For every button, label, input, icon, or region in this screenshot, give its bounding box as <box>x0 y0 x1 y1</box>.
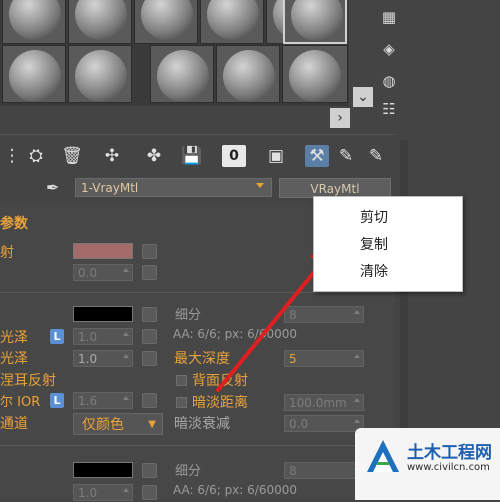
sample-uv-tiling-icon[interactable]: ☷ <box>378 98 400 120</box>
watermark: 土木工程网 www.civilcn.com <box>355 428 500 500</box>
material-sphere <box>75 0 127 40</box>
put-to-scene-icon[interactable]: ⋮ <box>0 145 24 167</box>
hilight-gloss-label: 光泽 <box>0 330 28 346</box>
diffuse-color-swatch[interactable] <box>73 243 133 259</box>
material-sphere <box>289 50 341 102</box>
material-slot[interactable] <box>68 0 132 44</box>
hilight-gloss-map-button[interactable] <box>142 329 157 344</box>
chevron-down-icon: ▼ <box>148 419 156 430</box>
material-slot[interactable] <box>2 0 66 44</box>
go-parent-icon[interactable]: ✎ <box>334 145 358 167</box>
lock-L-button[interactable]: L <box>50 329 64 344</box>
refl-gloss-label: 光泽 <box>0 351 28 367</box>
background-icon[interactable]: ◍ <box>378 70 400 92</box>
backlight-icon[interactable]: ◈ <box>378 38 400 60</box>
dim-falloff-label: 暗淡衰减 <box>174 416 230 432</box>
roughness-spinner[interactable]: 0.0 <box>73 264 133 281</box>
back-side-checkbox[interactable] <box>176 375 187 386</box>
material-slot[interactable] <box>68 45 132 103</box>
show-map-icon[interactable]: ▣ <box>264 145 288 167</box>
material-sphere <box>75 50 127 102</box>
chevron-down-icon[interactable] <box>256 183 264 188</box>
material-slots-grid <box>0 0 349 106</box>
channel-dropdown[interactable]: 仅颜色 ▼ <box>73 413 163 435</box>
refl-gloss-spinner[interactable]: 1.0 <box>73 350 133 367</box>
context-menu: 剪切 复制 清除 <box>313 196 463 292</box>
material-sphere <box>207 0 259 40</box>
subdivs-label: 细分 <box>175 308 202 323</box>
refract-subdivs-spinner[interactable]: 8 <box>284 462 364 479</box>
material-sphere <box>141 0 193 40</box>
show-end-result-icon[interactable]: ⚒ <box>305 145 329 167</box>
material-slot[interactable] <box>150 45 214 103</box>
refract-gloss-spinner[interactable]: 1.0 <box>73 484 133 501</box>
material-slot[interactable] <box>200 0 264 44</box>
refl-gloss-map-button[interactable] <box>142 351 157 366</box>
roughness-map-button[interactable] <box>142 265 157 280</box>
menu-item-copy[interactable]: 复制 <box>360 234 388 254</box>
refract-map-button[interactable] <box>142 463 157 478</box>
refract-color-swatch[interactable] <box>73 462 133 478</box>
fresnel-label: 涅耳反射 <box>0 373 56 389</box>
section-title: 参数 <box>0 216 28 232</box>
diffuse-map-button[interactable] <box>142 244 157 259</box>
fresnel-ior-spinner[interactable]: 1.6 <box>73 392 133 409</box>
sample-type-icon[interactable]: ▦ <box>378 6 400 28</box>
material-slot[interactable] <box>282 45 348 103</box>
material-slot[interactable] <box>134 0 198 44</box>
assign-to-selection-icon[interactable]: ⛭ <box>24 145 48 167</box>
hilight-gloss-spinner[interactable]: 1.0 <box>73 328 133 345</box>
material-name-field[interactable]: 1-VrayMtl <box>75 178 272 197</box>
reflect-map-button[interactable] <box>142 307 157 322</box>
material-editor-toolbar: ⋮ ⛭ 🗑 ✣ ✤ 💾 0 ▣ ⚒ ✎ ✎ <box>0 134 395 177</box>
diffuse-label: 射 <box>0 245 14 261</box>
divider <box>0 445 395 446</box>
material-sphere <box>157 50 209 102</box>
reflect-color-swatch[interactable] <box>73 306 133 322</box>
scroll-down-icon[interactable]: ⌄ <box>353 87 373 107</box>
watermark-title: 土木工程网 <box>407 443 492 463</box>
make-unique-icon[interactable]: ✣ <box>100 145 124 167</box>
material-id-channel[interactable]: 0 <box>222 145 246 167</box>
material-sphere <box>223 50 275 102</box>
material-slot[interactable] <box>216 45 280 103</box>
menu-item-clear[interactable]: 清除 <box>360 261 388 281</box>
dim-distance-checkbox[interactable] <box>176 397 187 408</box>
fresnel-lock-L-button[interactable]: L <box>50 393 64 408</box>
material-sphere <box>9 50 61 102</box>
delete-icon[interactable]: 🗑 <box>60 145 84 167</box>
channel-label: 通道 <box>0 416 28 432</box>
material-type-button[interactable]: VRayMtl <box>279 178 391 198</box>
refract-subdivs-label: 细分 <box>175 464 202 479</box>
scroll-right-icon[interactable]: › <box>330 108 350 128</box>
eyedropper-icon[interactable]: ✒ <box>46 178 59 197</box>
save-icon[interactable]: 💾 <box>180 145 204 167</box>
fresnel-ior-map-button[interactable] <box>142 393 157 408</box>
material-slot-selected[interactable] <box>283 0 347 44</box>
channel-value: 仅颜色 <box>82 417 124 433</box>
watermark-logo-icon <box>367 440 399 472</box>
arrow-shaft <box>216 253 330 392</box>
material-sphere <box>9 0 61 40</box>
material-sphere <box>291 0 343 41</box>
go-sibling-icon[interactable]: ✎ <box>364 145 388 167</box>
refract-gloss-map-button[interactable] <box>142 485 157 500</box>
refract-aa-info-text: AA: 6/6; px: 6/60000 <box>173 483 297 497</box>
fresnel-ior-label: 尔 IOR <box>0 395 41 410</box>
put-to-library-icon[interactable]: ✤ <box>142 145 166 167</box>
dim-falloff-spinner[interactable]: 0.0 <box>284 415 364 432</box>
material-slot[interactable] <box>2 45 66 103</box>
watermark-url: www.civilcn.com <box>407 462 490 473</box>
menu-item-cut[interactable]: 剪切 <box>360 207 388 227</box>
